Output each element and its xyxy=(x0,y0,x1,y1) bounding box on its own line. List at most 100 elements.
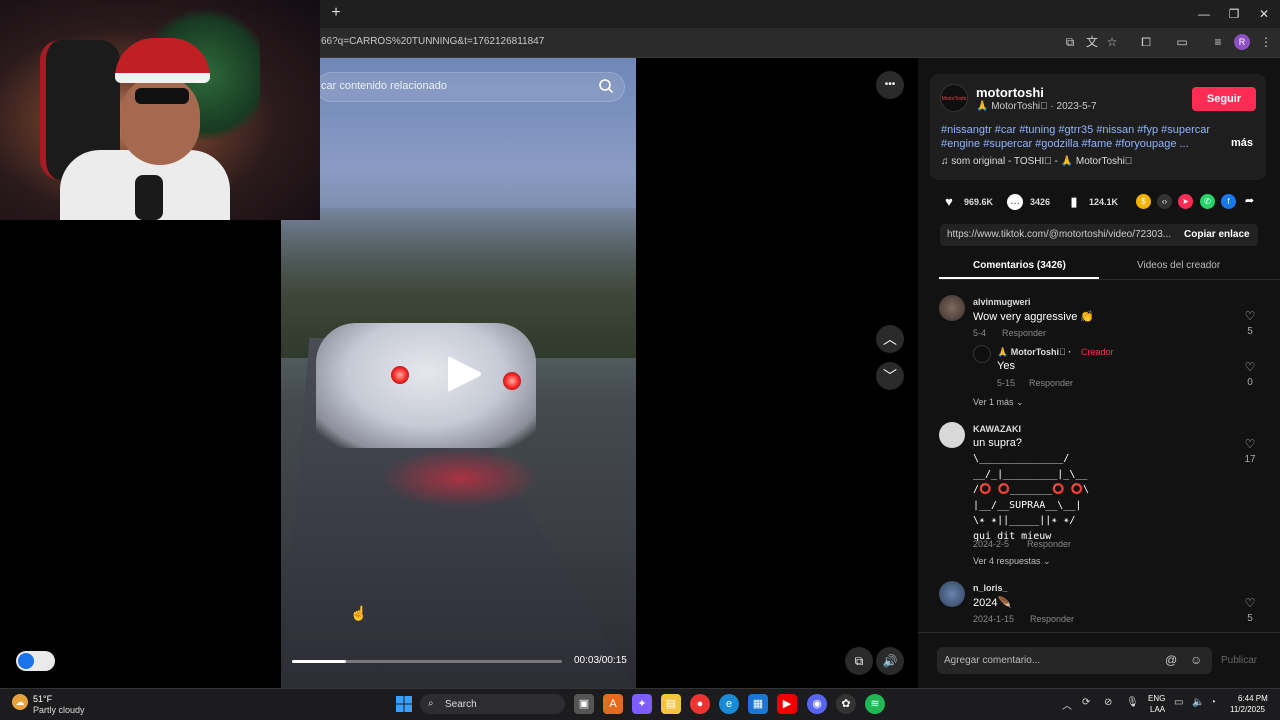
comment-text: un supra? xyxy=(973,437,1022,449)
creator-username[interactable]: motortoshi xyxy=(976,85,1044,100)
reply-button[interactable]: Responder xyxy=(1027,539,1071,549)
video-description[interactable]: #nissangtr #car #tuning #gtrr35 #nissan … xyxy=(941,123,1241,151)
spotify-icon[interactable]: ≋ xyxy=(865,694,885,714)
close-icon[interactable]: ✕ xyxy=(1256,6,1272,22)
copy-link-button[interactable]: Copiar enlace xyxy=(1184,229,1250,240)
share-link[interactable]: https://www.tiktok.com/@motortoshi/video… xyxy=(947,229,1171,240)
weather-temperature[interactable]: 51°F xyxy=(33,694,52,704)
more-button[interactable]: más xyxy=(1231,137,1253,149)
edge-icon[interactable]: e xyxy=(719,694,739,714)
youtube-icon[interactable]: ▶ xyxy=(777,694,797,714)
comment-icon[interactable]: … xyxy=(1007,194,1023,210)
avatar[interactable] xyxy=(939,295,965,321)
profile-avatar[interactable]: R xyxy=(1234,34,1250,50)
media-control-icon[interactable]: ≡ xyxy=(1210,34,1226,50)
chevron-up-icon[interactable]: ︿ xyxy=(876,325,904,353)
task-view-icon[interactable]: ▣ xyxy=(574,694,594,714)
menu-kebab-icon[interactable]: ⋮ xyxy=(1258,34,1274,50)
search-icon[interactable] xyxy=(598,78,614,94)
network-icon[interactable]: ◔ xyxy=(1210,697,1216,708)
comment-like-count: 5 xyxy=(1247,326,1253,337)
avatar[interactable] xyxy=(973,345,991,363)
display-icon[interactable]: ▭ xyxy=(1174,697,1183,708)
new-tab-button[interactable]: + xyxy=(328,4,344,22)
reply-button[interactable]: Responder xyxy=(1002,328,1046,338)
extensions-icon[interactable]: ⧠ xyxy=(1138,34,1154,50)
view-more-replies[interactable]: Ver 1 más ⌄ xyxy=(973,397,1024,408)
save-count: 124.1K xyxy=(1089,197,1119,207)
comment-username[interactable]: n_loris_ xyxy=(973,583,1008,593)
restore-icon[interactable]: ❐ xyxy=(1226,6,1242,22)
publish-button[interactable]: Publicar xyxy=(1221,655,1257,666)
app-icon[interactable]: ✿ xyxy=(836,694,856,714)
comment-date: 2024-2-5 xyxy=(973,539,1010,549)
heart-outline-icon[interactable]: ♡ xyxy=(1243,309,1257,323)
avatar[interactable] xyxy=(939,422,965,448)
whatsapp-icon[interactable]: ✆ xyxy=(1200,194,1215,209)
volume-icon[interactable]: 🔊 xyxy=(876,647,904,675)
install-app-icon[interactable]: ⧉ xyxy=(1062,34,1078,50)
music-info[interactable]: ♫ som original - TOSHI🏽 - 🙏 MotorToshi🏽 xyxy=(941,156,1132,167)
share-arrow-icon[interactable]: ➦ xyxy=(1242,194,1257,209)
facebook-icon[interactable]: f xyxy=(1221,194,1236,209)
heart-outline-icon[interactable]: ♡ xyxy=(1243,437,1257,451)
emoji-icon[interactable]: ☺ xyxy=(1190,653,1202,667)
volume-icon[interactable]: 🔈 xyxy=(1192,697,1204,708)
store-icon[interactable]: ▦ xyxy=(748,694,768,714)
bookmark-star-icon[interactable]: ☆ xyxy=(1104,34,1120,50)
more-options-button[interactable]: ••• xyxy=(876,71,904,99)
split-view-icon[interactable]: ▭ xyxy=(1174,34,1190,50)
url-text[interactable]: 66?q=CARROS%20TUNNING&t=1762126811847 xyxy=(321,36,544,47)
microphone-icon[interactable]: 🎙 xyxy=(1126,697,1139,708)
like-count: 969.6K xyxy=(964,197,994,207)
comment-date: 5-4 xyxy=(973,328,987,338)
weather-description[interactable]: Partly cloudy xyxy=(33,705,85,715)
comment-username[interactable]: KAWAZAKI xyxy=(973,424,1021,434)
play-icon[interactable] xyxy=(444,354,484,394)
taskbar-search[interactable] xyxy=(420,694,565,714)
file-explorer-icon[interactable]: ▤ xyxy=(661,694,681,714)
bookmark-icon[interactable]: ▮ xyxy=(1066,194,1082,210)
chevron-up-icon[interactable]: ︿ xyxy=(1062,697,1072,712)
translate-icon[interactable]: 文 xyxy=(1084,34,1100,50)
view-more-replies[interactable]: Ver 4 respuestas ⌄ xyxy=(973,556,1051,567)
creator-badge: Creador xyxy=(1081,347,1114,357)
heart-icon[interactable]: ♥ xyxy=(941,194,957,210)
video-search-placeholder: car contenido relacionado xyxy=(321,80,447,92)
follow-button[interactable]: Seguir xyxy=(1192,87,1256,111)
coin-icon[interactable]: $ xyxy=(1136,194,1151,209)
camera-off-icon[interactable]: ⊘ xyxy=(1104,697,1112,708)
tab-creator-videos[interactable]: Videos del creador xyxy=(1137,260,1220,271)
reply-button[interactable]: Responder xyxy=(1030,614,1074,624)
windows-start-icon[interactable] xyxy=(396,696,412,712)
comment-text: 2024🪶 xyxy=(973,597,1012,609)
creator-avatar[interactable]: MotorToshi xyxy=(940,84,968,112)
send-icon[interactable]: ➤ xyxy=(1178,194,1193,209)
clock-date[interactable]: 11/2/2025 xyxy=(1230,705,1265,714)
creator-subtitle: 🙏 MotorToshi🏽 · 2023-5-7 xyxy=(976,101,1097,112)
copilot-icon[interactable]: ✦ xyxy=(632,694,652,714)
comment-username[interactable]: alvinmugweri xyxy=(973,297,1031,307)
comment-like-count: 0 xyxy=(1247,377,1253,388)
reply-username[interactable]: 🙏 MotorToshi🏽 · xyxy=(997,347,1071,358)
chevron-down-icon[interactable]: ﹀ xyxy=(876,362,904,390)
tab-comments[interactable]: Comentarios (3426) xyxy=(973,260,1066,271)
avatar[interactable] xyxy=(939,581,965,607)
chrome-icon[interactable]: ● xyxy=(690,694,710,714)
heart-outline-icon[interactable]: ♡ xyxy=(1243,360,1257,374)
reply-button[interactable]: Responder xyxy=(1029,378,1073,388)
weather-icon[interactable]: ☁ xyxy=(12,694,28,710)
language-bottom[interactable]: LAA xyxy=(1150,705,1165,714)
mention-icon[interactable]: @ xyxy=(1165,653,1177,667)
minimize-icon[interactable]: — xyxy=(1196,6,1212,22)
embed-icon[interactable]: ‹› xyxy=(1157,194,1172,209)
app-icon[interactable]: A xyxy=(603,694,623,714)
pip-icon[interactable]: ⧉ xyxy=(845,647,873,675)
heart-outline-icon[interactable]: ♡ xyxy=(1243,596,1257,610)
language-top[interactable]: ENG xyxy=(1148,694,1165,703)
sync-icon[interactable]: ⟳ xyxy=(1082,697,1090,708)
progress-fill xyxy=(292,660,346,663)
clock-time[interactable]: 6:44 PM xyxy=(1238,694,1268,703)
discord-icon[interactable]: ◉ xyxy=(807,694,827,714)
taskbar-search-label: Search xyxy=(445,699,477,710)
